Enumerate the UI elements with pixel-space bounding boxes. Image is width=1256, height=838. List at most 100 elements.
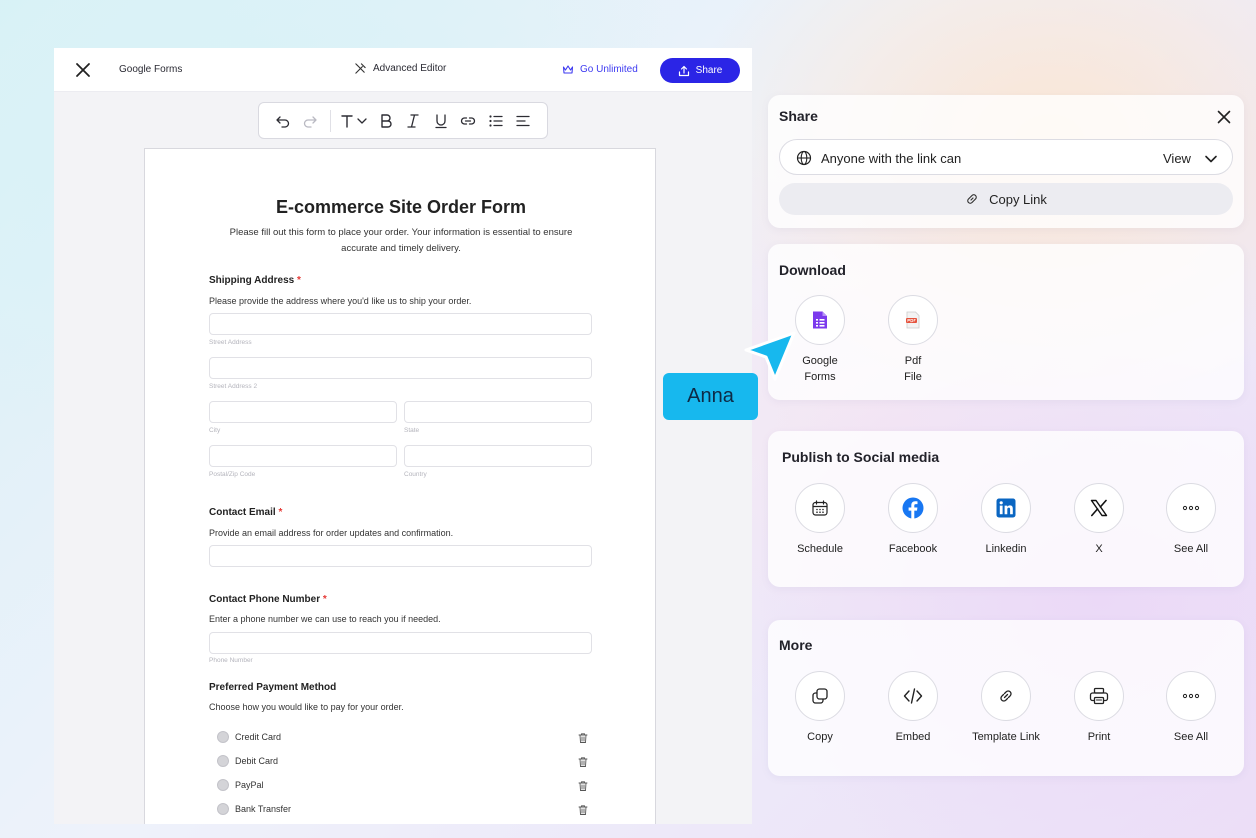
template-link-button[interactable]: Template Link [961,671,1051,745]
trash-icon[interactable] [577,756,589,768]
text-style-dropdown[interactable] [337,107,372,135]
state-sublabel: State [404,427,420,434]
more-see-all-label: See All [1173,731,1209,743]
country-sublabel: Country [404,471,427,478]
action-circle [981,483,1031,533]
facebook-button[interactable]: Facebook [868,483,958,557]
city-field[interactable] [209,401,397,423]
linkedin-label: Linkedin [985,543,1027,555]
more-panel: More Copy Embed Template Link Print See … [768,620,1244,776]
radio-button[interactable] [217,755,229,767]
payment-option[interactable]: Credit Card [217,731,281,743]
share-panel-title: Share [779,108,818,124]
more-see-all-button[interactable]: See All [1146,671,1236,745]
embed-label: Embed [895,731,931,743]
copy-link-button[interactable]: Copy Link [779,183,1233,215]
email-question-title[interactable]: Contact Email * [209,507,282,518]
pdf-file-icon [906,311,920,329]
insert-link-button[interactable] [455,107,482,135]
form-title[interactable]: E-commerce Site Order Form [145,197,657,218]
phone-field[interactable] [209,632,592,654]
action-circle [981,671,1031,721]
google-forms-icon [813,311,827,329]
advanced-editor-button[interactable]: Advanced Editor [354,62,446,75]
tools-icon [355,63,366,74]
payment-question-description: Choose how you would like to pay for you… [209,702,404,712]
facebook-label: Facebook [888,543,938,555]
shipping-question-title[interactable]: Shipping Address * [209,275,301,286]
city-sublabel: City [209,427,221,434]
social-see-all-label: See All [1173,543,1209,555]
payment-option[interactable]: Debit Card [217,755,278,767]
street-address-sublabel: Street Address [209,339,252,346]
bullet-list-button[interactable] [482,107,509,135]
phone-question-title[interactable]: Contact Phone Number * [209,594,327,605]
social-panel-title: Publish to Social media [782,449,940,465]
share-button[interactable]: Share [660,58,740,83]
email-field[interactable] [209,545,592,567]
zip-code-field[interactable] [209,445,397,467]
social-see-all-button[interactable]: See All [1146,483,1236,557]
action-circle [888,295,938,345]
close-icon[interactable] [74,61,92,79]
radio-button[interactable] [217,803,229,815]
radio-button[interactable] [217,779,229,791]
link-icon [1000,690,1012,702]
collaborator-cursor-label: Anna [663,373,758,420]
go-unlimited-label: Go Unlimited [580,63,638,75]
chevron-down-icon[interactable] [1204,152,1218,166]
download-panel: Download Google Forms Pdf File [768,244,1244,400]
align-left-icon [516,115,530,126]
go-unlimited-button[interactable]: Go Unlimited [562,63,638,75]
trash-icon[interactable] [577,732,589,744]
align-button[interactable] [510,107,537,135]
form-description[interactable]: Please fill out this form to place your … [215,225,587,257]
share-button-label: Share [695,65,723,76]
radio-button[interactable] [217,731,229,743]
download-pdf-button[interactable]: Pdf File [868,295,958,385]
advanced-editor-label: Advanced Editor [373,63,447,74]
payment-option[interactable]: PayPal [217,779,264,791]
calendar-icon [812,500,828,516]
linkedin-icon [996,498,1016,518]
x-label: X [1095,543,1103,555]
trash-icon[interactable] [577,804,589,816]
template-link-label: Template Link [972,731,1040,743]
street-address-field[interactable] [209,313,592,335]
trash-icon[interactable] [577,780,589,792]
underline-button[interactable] [427,107,454,135]
action-circle [1166,671,1216,721]
code-icon [903,688,923,704]
state-field[interactable] [404,401,592,423]
street-address-2-field[interactable] [209,357,592,379]
redo-button[interactable] [296,107,323,135]
italic-icon [407,113,420,128]
copy-icon [812,688,828,704]
embed-button[interactable]: Embed [868,671,958,745]
redo-icon [304,115,317,128]
payment-option[interactable]: Bank Transfer [217,803,291,815]
undo-button[interactable] [269,107,296,135]
payment-question-title[interactable]: Preferred Payment Method [209,682,336,693]
email-question-description: Provide an email address for order updat… [209,528,454,538]
close-icon[interactable] [1215,108,1233,126]
link-access-dropdown[interactable]: Anyone with the link can View [779,139,1233,175]
action-circle [1074,671,1124,721]
bold-button[interactable] [372,107,399,135]
share-panel: Share Anyone with the link can View Copy… [768,95,1244,228]
underline-icon [435,113,447,128]
x-logo-icon [1090,499,1108,517]
shipping-question-description: Please provide the address where you'd l… [209,296,472,306]
linkedin-button[interactable]: Linkedin [961,483,1051,557]
more-panel-title: More [779,637,813,653]
italic-button[interactable] [400,107,427,135]
form-page: E-commerce Site Order Form Please fill o… [144,148,656,824]
x-button[interactable]: X [1054,483,1144,557]
permission-value[interactable]: View [1163,151,1191,166]
schedule-button[interactable]: Schedule [775,483,865,557]
print-button[interactable]: Print [1054,671,1144,745]
country-field[interactable] [404,445,592,467]
form-editor-window: Google Forms Advanced Editor Go Unlimite… [54,48,752,824]
download-pdf-label: Pdf File [904,355,922,383]
copy-button[interactable]: Copy [775,671,865,745]
